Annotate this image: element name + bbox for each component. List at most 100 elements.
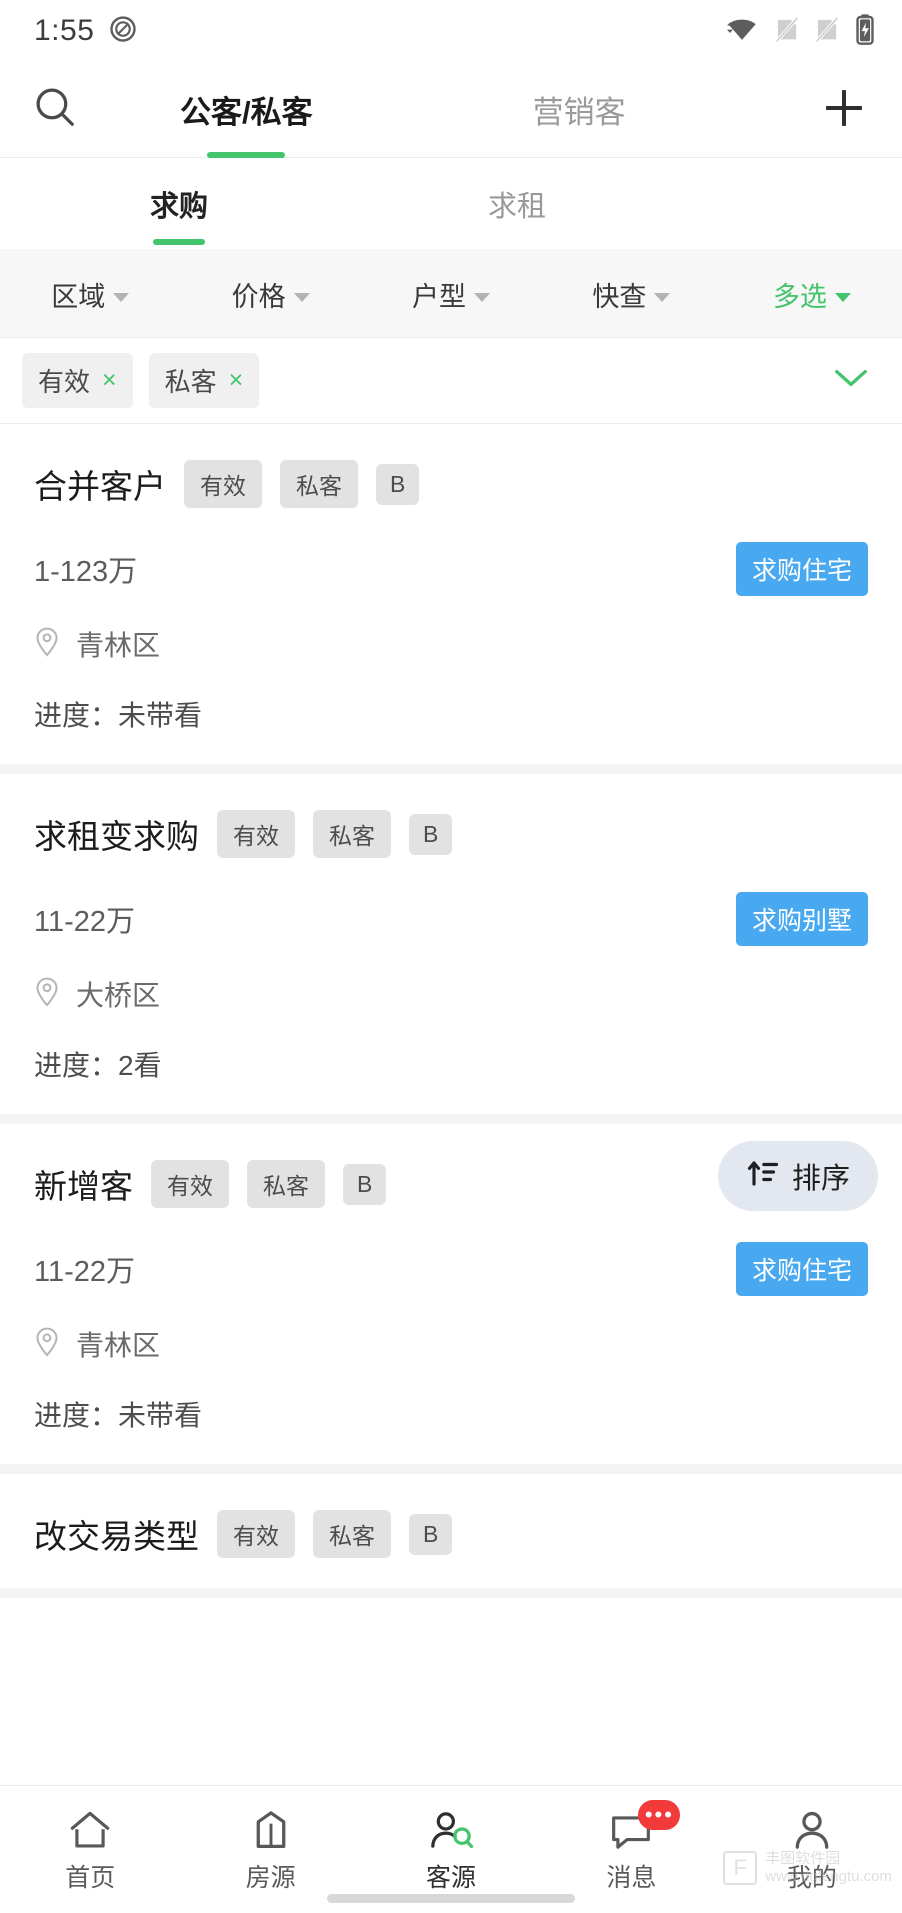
sim-off-icon <box>814 14 840 49</box>
type-badge: 私客 <box>280 460 358 508</box>
filter-multiselect[interactable]: 多选 <box>722 275 902 314</box>
price-row: 11-22万 求购住宅 <box>34 1242 868 1296</box>
gesture-bar <box>327 1894 575 1903</box>
search-button[interactable] <box>0 84 110 135</box>
price-range: 11-22万 <box>34 906 136 938</box>
top-bar: 公客/私客 营销客 <box>0 62 902 158</box>
subtab-label: 求购 <box>150 191 209 223</box>
filter-chip-private-customer[interactable]: 私客 × <box>148 353 260 408</box>
filter-layout[interactable]: 户型 <box>361 275 541 314</box>
do-not-disturb-icon <box>108 14 138 49</box>
table-row[interactable]: 求租变求购 有效 私客 B 11-22万 求购别墅 大桥区 进度：2看 <box>0 774 902 1124</box>
price-row: 1-123万 求购住宅 <box>34 542 868 596</box>
status-badge: 有效 <box>217 810 295 858</box>
nav-item-messages[interactable]: ••• 消息 <box>541 1799 721 1894</box>
grade-badge: B <box>343 1163 387 1205</box>
close-icon[interactable]: × <box>229 368 244 393</box>
progress-text: 进度：未带看 <box>34 700 203 731</box>
status-bar: 1:55 <box>0 0 902 62</box>
demand-badge: 求购住宅 <box>735 1242 868 1296</box>
tab-marketing-customer[interactable]: 营销客 <box>523 87 636 132</box>
chevron-down-icon <box>834 292 851 302</box>
customer-name: 改交易类型 <box>34 1518 199 1555</box>
sub-tabs: 求购 求租 <box>0 158 902 250</box>
chevron-down-icon <box>293 292 310 302</box>
grade-badge: B <box>376 463 420 505</box>
watermark: F 丰图软件园 www.dgfengtu.com <box>723 1850 892 1888</box>
card-header: 求租变求购 有效 私客 B <box>34 810 868 858</box>
customer-name: 合并客户 <box>34 468 166 505</box>
chip-label: 有效 <box>38 367 91 397</box>
customer-icon <box>427 1806 475 1852</box>
nav-label: 客源 <box>426 1863 477 1892</box>
location-name: 青林区 <box>76 630 161 661</box>
battery-charging-icon <box>854 13 876 50</box>
search-icon <box>32 84 78 135</box>
sort-icon <box>746 1157 780 1195</box>
nav-label: 房源 <box>245 1863 296 1892</box>
type-badge: 私客 <box>313 810 391 858</box>
type-badge: 私客 <box>247 1160 325 1208</box>
location-row: 大桥区 <box>34 974 868 1014</box>
nav-item-home[interactable]: 首页 <box>0 1806 180 1894</box>
card-header: 合并客户 有效 私客 B <box>34 460 868 508</box>
filter-region[interactable]: 区域 <box>0 275 180 314</box>
tab-label: 公客/私客 <box>180 95 313 130</box>
filter-label: 户型 <box>412 281 467 312</box>
watermark-logo-icon: F <box>723 1851 758 1886</box>
location-name: 大桥区 <box>76 980 161 1011</box>
status-badge: 有效 <box>184 460 262 508</box>
filter-price[interactable]: 价格 <box>180 275 360 314</box>
nav-item-customers[interactable]: 客源 <box>361 1806 541 1894</box>
filter-label: 价格 <box>231 281 286 312</box>
sort-button[interactable]: 排序 <box>717 1141 878 1211</box>
tab-label: 营销客 <box>532 95 626 130</box>
chevron-down-icon <box>654 292 671 302</box>
price-range: 1-123万 <box>34 556 138 588</box>
progress-text: 进度：未带看 <box>34 1400 203 1431</box>
message-icon: ••• <box>608 1799 681 1852</box>
customer-name: 新增客 <box>34 1168 133 1205</box>
add-button[interactable] <box>794 62 894 158</box>
building-icon <box>251 1806 291 1852</box>
price-row: 11-22万 求购别墅 <box>34 892 868 946</box>
grade-badge: B <box>409 1513 453 1555</box>
chevron-down-icon <box>113 292 130 302</box>
location-row: 青林区 <box>34 624 868 664</box>
nav-label: 首页 <box>65 1863 116 1892</box>
status-badge: 有效 <box>151 1160 229 1208</box>
close-icon[interactable]: × <box>102 368 117 393</box>
filter-quicksearch[interactable]: 快查 <box>541 275 721 314</box>
filter-label: 区域 <box>51 281 106 312</box>
tab-public-private-customer[interactable]: 公客/私客 <box>170 87 323 158</box>
subtab-label: 求租 <box>488 191 547 223</box>
location-pin-icon <box>34 1327 60 1362</box>
active-subtab-indicator <box>153 239 205 245</box>
watermark-text: 丰图软件园 www.dgfengtu.com <box>765 1850 892 1888</box>
subtab-buy[interactable]: 求购 <box>150 183 209 245</box>
filter-label: 快查 <box>592 281 647 312</box>
location-name: 青林区 <box>76 1330 161 1361</box>
message-count-badge: ••• <box>638 1799 681 1830</box>
filter-bar: 区域 价格 户型 快查 多选 <box>0 250 902 338</box>
subtab-rent[interactable]: 求租 <box>488 183 546 225</box>
filter-chip-valid[interactable]: 有效 × <box>22 353 133 408</box>
sim-off-icon <box>774 14 800 49</box>
location-pin-icon <box>34 977 60 1012</box>
bottom-navigation: 首页 房源 客源 ••• 消息 我的 F 丰图软件园 www.dgfengtu.… <box>0 1785 902 1913</box>
table-row[interactable]: 合并客户 有效 私客 B 1-123万 求购住宅 青林区 进度：未带看 <box>0 424 902 774</box>
customer-name: 求租变求购 <box>34 818 199 855</box>
demand-badge: 求购住宅 <box>735 542 868 596</box>
nav-item-listings[interactable]: 房源 <box>180 1806 360 1894</box>
chip-label: 私客 <box>164 367 217 397</box>
profile-icon <box>791 1806 833 1852</box>
home-icon <box>67 1806 113 1852</box>
location-row: 青林区 <box>34 1324 868 1364</box>
progress-text: 进度：2看 <box>34 1050 162 1081</box>
chevron-down-icon <box>474 292 491 302</box>
expand-filters-button[interactable] <box>832 366 870 395</box>
watermark-line-2: www.dgfengtu.com <box>765 1868 892 1886</box>
active-filter-chips: 有效 × 私客 × <box>0 338 902 424</box>
table-row[interactable]: 改交易类型 有效 私客 B <box>0 1474 902 1598</box>
demand-badge: 求购别墅 <box>735 892 868 946</box>
